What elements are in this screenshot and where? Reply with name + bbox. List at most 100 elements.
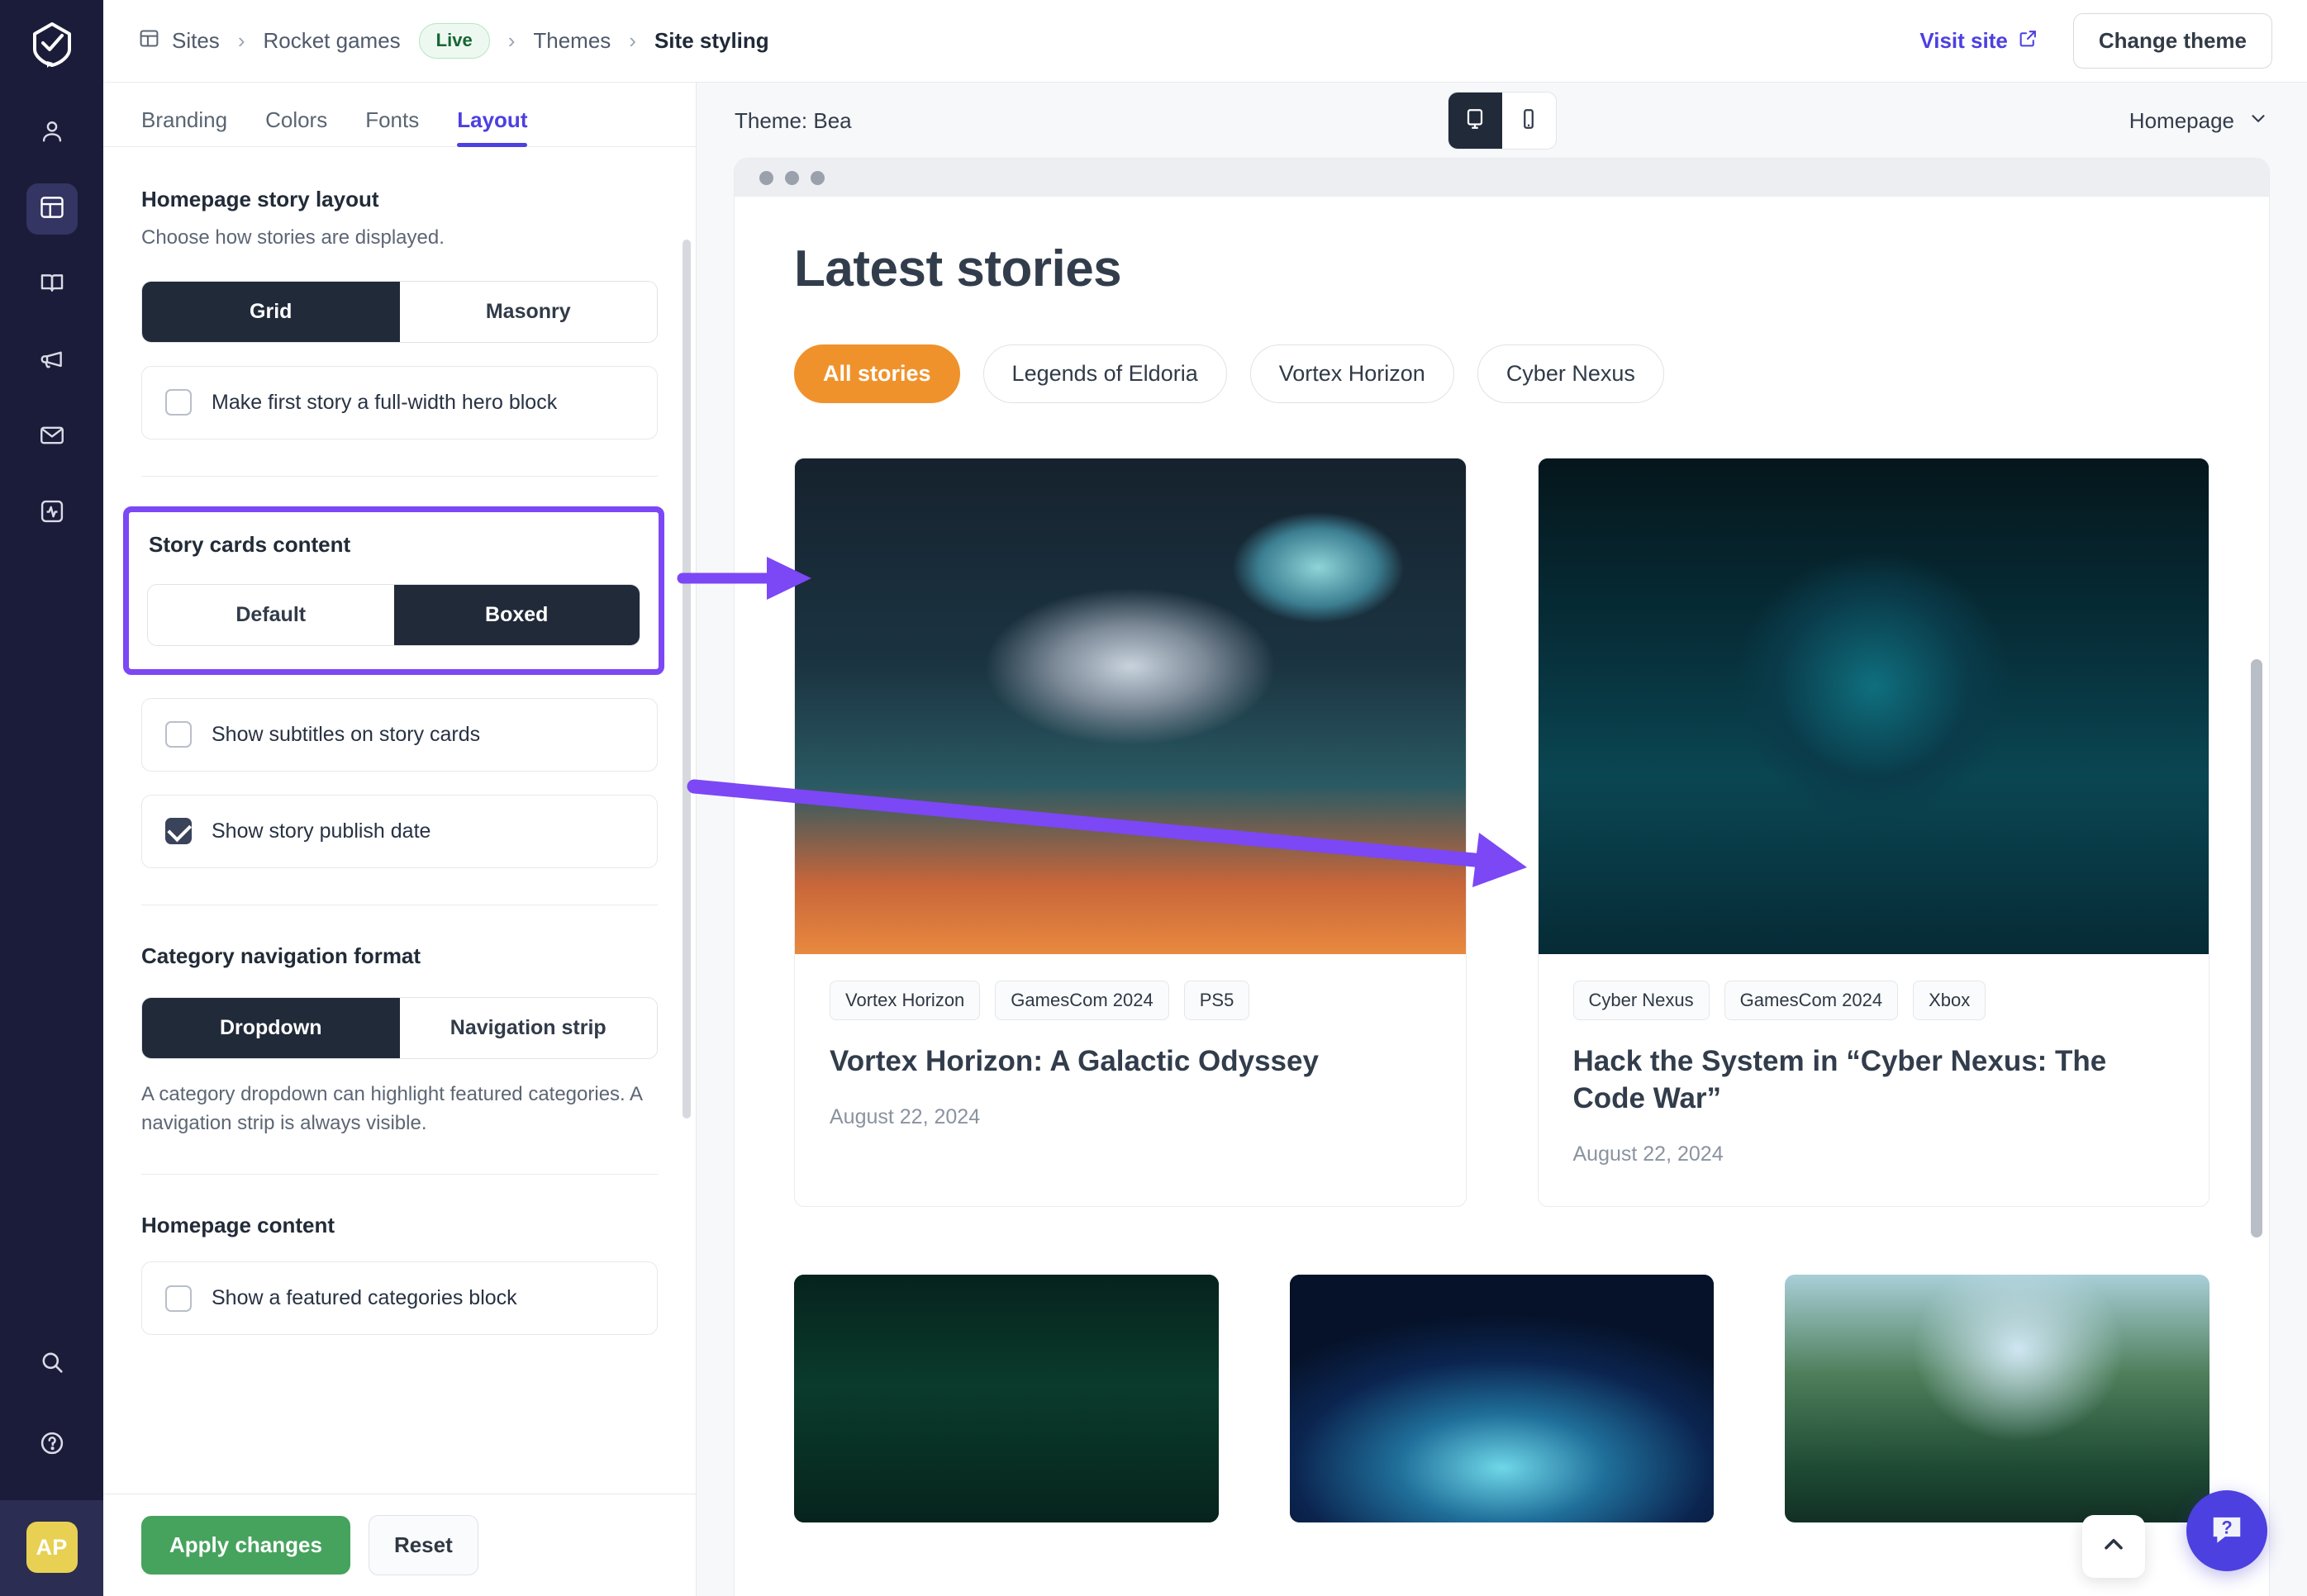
checkbox-label: Show a featured categories block [212,1286,517,1310]
checkbox-featured-categories[interactable]: Show a featured categories block [141,1261,658,1336]
story-card[interactable]: Cyber Nexus GamesCom 2024 Xbox Hack the … [1537,458,2209,1207]
category-pill-vortex-horizon[interactable]: Vortex Horizon [1249,344,1454,403]
body-split: Branding Colors Fonts Layout Homepage st… [103,83,2307,1596]
story-thumbnail [794,1274,1219,1522]
category-pill-list: All stories Legends of Eldoria Vortex Ho… [794,344,2209,403]
preview-scrollbar-thumb[interactable] [2251,659,2262,1237]
avatar[interactable]: AP [26,1522,78,1573]
mail-icon [38,421,66,454]
sidebar-item-account[interactable] [26,107,78,159]
page-selector[interactable]: Homepage [2129,107,2269,135]
story-title[interactable]: Vortex Horizon: A Galactic Odyssey [830,1043,1431,1081]
panel-scrollbar[interactable] [683,211,691,1494]
checkbox-box[interactable] [165,818,192,845]
visit-site-link[interactable]: Visit site [1919,28,2038,55]
category-pill-legends-of-eldoria[interactable]: Legends of Eldoria [982,344,1227,403]
segment-option-masonry[interactable]: Masonry [399,281,657,342]
sidebar-item-announcements[interactable] [26,335,78,387]
breadcrumb: Sites › Rocket games Live › Themes › Sit… [138,23,769,59]
section-description: A category dropdown can highlight featur… [141,1082,642,1134]
story-tag[interactable]: GamesCom 2024 [1724,981,1899,1020]
breadcrumb-separator: › [237,28,245,53]
story-thumbnail [1785,1274,2209,1522]
story-publish-date: August 22, 2024 [830,1104,981,1128]
section-title: Story cards content [149,531,351,557]
section-divider [141,475,658,477]
scroll-to-top-button[interactable] [2082,1515,2145,1578]
change-theme-button[interactable]: Change theme [2072,13,2272,69]
breadcrumb-item-sites[interactable]: Sites [138,27,220,55]
checkbox-box[interactable] [165,1285,192,1312]
theme-label: Theme: Bea [735,107,852,133]
tab-fonts[interactable]: Fonts [365,107,419,146]
story-cards-content-segmented-control: Default Boxed [147,583,640,646]
help-fab-button[interactable]: ? [2186,1490,2267,1571]
breadcrumb-item-site-styling: Site styling [654,28,769,54]
segment-option-dropdown[interactable]: Dropdown [142,997,400,1058]
sidebar-item-docs[interactable] [26,259,78,311]
tab-layout[interactable]: Layout [457,107,528,147]
search-icon [38,1348,66,1380]
site-content: Latest stories All stories Legends of El… [735,197,2269,1522]
segment-option-boxed[interactable]: Boxed [393,584,640,645]
device-toggle-group [1447,92,1557,150]
story-layout-segmented-control: Grid Masonry [141,280,658,343]
sidebar-item-activity[interactable] [26,487,78,539]
desktop-icon [1463,107,1487,135]
category-pill-all-stories[interactable]: All stories [794,344,960,403]
story-card[interactable]: Vortex Horizon GamesCom 2024 PS5 Vortex … [794,458,1467,1207]
top-bar: Sites › Rocket games Live › Themes › Sit… [103,0,2307,83]
help-chat-icon: ? [2206,1508,2248,1554]
story-tag[interactable]: Xbox [1913,981,1986,1020]
checkbox-hero-block[interactable]: Make first story a full-width hero block [141,365,658,439]
sidebar-item-mail[interactable] [26,411,78,463]
segment-option-grid[interactable]: Grid [142,281,400,342]
styling-settings-panel: Branding Colors Fonts Layout Homepage st… [103,83,697,1596]
checkbox-show-subtitles[interactable]: Show subtitles on story cards [141,697,658,772]
story-tag[interactable]: GamesCom 2024 [995,981,1169,1020]
section-divider [141,1174,658,1176]
reset-button[interactable]: Reset [368,1515,478,1575]
breadcrumb-item-themes[interactable]: Themes [533,28,611,54]
device-toggle-desktop[interactable] [1448,93,1502,149]
sidebar-item-sites[interactable] [26,183,78,235]
story-tag-list: Cyber Nexus GamesCom 2024 Xbox [1572,981,2175,1020]
story-card[interactable] [1289,1274,1715,1522]
device-toggle-mobile[interactable] [1501,93,1556,149]
section-homepage-content: Homepage content Show a featured categor… [141,1213,658,1336]
checkbox-label: Show story publish date [212,819,431,843]
category-pill-cyber-nexus[interactable]: Cyber Nexus [1477,344,1664,403]
checkbox-box[interactable] [165,389,192,416]
tab-colors[interactable]: Colors [265,107,327,146]
activity-icon [38,497,66,530]
page-title: Site styling [654,28,769,53]
breadcrumb-item-rocket-games[interactable]: Rocket games [263,28,400,54]
tab-branding[interactable]: Branding [141,107,227,146]
panel-content: Homepage story layout Choose how stories… [103,147,696,1343]
panel-scrollbar-thumb[interactable] [683,240,691,1119]
story-card[interactable] [794,1274,1219,1522]
left-nav-rail: AP [0,0,103,1596]
mobile-icon [1516,107,1541,135]
story-tag[interactable]: PS5 [1183,981,1250,1020]
breadcrumb-separator: › [629,28,636,53]
rail-bottom-group: AP [0,1338,103,1596]
rail-icon-list [26,107,78,539]
spark-logo-icon[interactable] [26,18,78,71]
story-tag[interactable]: Cyber Nexus [1572,981,1710,1020]
help-button[interactable] [26,1419,78,1470]
checkbox-show-publish-date[interactable]: Show story publish date [141,794,658,868]
window-dot [785,170,799,185]
page-selector-label: Homepage [2129,107,2234,133]
section-title: Homepage content [141,1213,335,1238]
checkbox-box[interactable] [165,721,192,748]
story-title[interactable]: Hack the System in “Cyber Nexus: The Cod… [1573,1043,2175,1118]
story-card[interactable] [1785,1274,2209,1522]
breadcrumb-label: Rocket games [263,28,401,53]
apply-changes-button[interactable]: Apply changes [141,1516,350,1575]
story-tag[interactable]: Vortex Horizon [830,981,981,1020]
search-button[interactable] [26,1338,78,1389]
segment-option-navigation-strip[interactable]: Navigation strip [399,997,657,1058]
app-root: AP Sites › Rocket games Live › Themes › … [0,0,2307,1596]
segment-option-default[interactable]: Default [148,584,394,645]
